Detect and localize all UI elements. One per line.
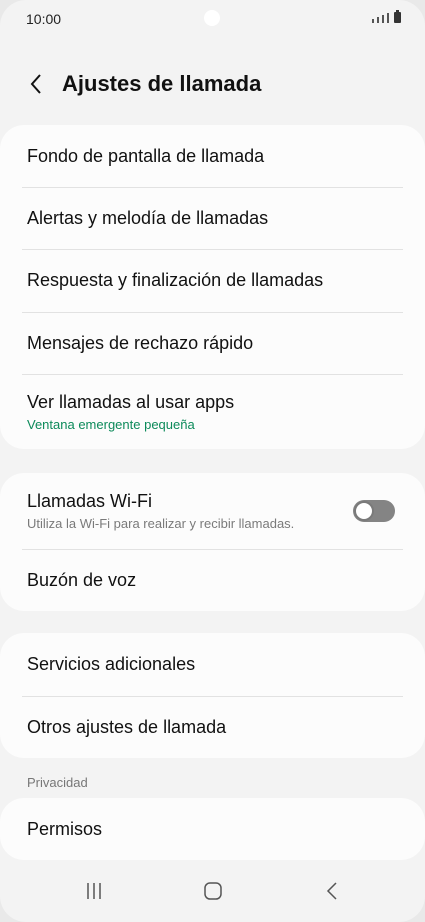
menu-item-wifi-calling[interactable]: Llamadas Wi-Fi Utiliza la Wi-Fi para rea… [0, 473, 425, 549]
menu-item-label: Mensajes de rechazo rápido [27, 332, 254, 353]
menu-item-label: Permisos [27, 818, 103, 839]
menu-item-label: Otros ajustes de llamada [27, 716, 227, 737]
recents-button[interactable] [74, 874, 114, 908]
menu-item-additional-services[interactable]: Servicios adicionales [0, 633, 425, 696]
recents-icon [87, 883, 101, 899]
menu-item-label: Llamadas Wi-Fi [27, 491, 153, 511]
home-button[interactable] [193, 874, 233, 908]
front-camera [204, 10, 220, 26]
section-label-privacy: Privacidad [27, 775, 88, 790]
menu-item-other-call-settings[interactable]: Otros ajustes de llamada [0, 696, 425, 758]
menu-item-answer-end-calls[interactable]: Respuesta y finalización de llamadas [0, 249, 425, 312]
status-time: 10:00 [26, 11, 62, 27]
settings-group-additional: Servicios adicionales Otros ajustes de l… [0, 633, 425, 758]
chevron-left-icon [30, 74, 41, 94]
wifi-calling-toggle[interactable] [353, 500, 395, 522]
status-bar: 10:00 [0, 0, 425, 40]
signal-bar [382, 15, 384, 23]
menu-item-label: Buzón de voz [27, 569, 137, 590]
nav-back-button[interactable] [312, 874, 352, 908]
menu-item-label: Fondo de pantalla de llamada [27, 145, 265, 166]
settings-group-privacy: Permisos [0, 798, 425, 860]
menu-item-label: Respuesta y finalización de llamadas [27, 270, 324, 290]
menu-item-quick-decline-messages[interactable]: Mensajes de rechazo rápido [0, 312, 425, 374]
page-title: Ajustes de llamada [62, 71, 262, 96]
nav-back-icon [326, 882, 337, 900]
menu-item-permissions[interactable]: Permisos [0, 798, 425, 860]
menu-item-label: Alertas y melodía de llamadas [27, 207, 269, 228]
toggle-knob [354, 501, 374, 521]
signal-icon [372, 19, 374, 23]
menu-item-subtitle: Ventana emergente pequeña [27, 416, 195, 432]
menu-item-label: Servicios adicionales [27, 654, 196, 674]
phone-screen: 10:00 Ajustes de llamada Fondo de pantal… [0, 0, 425, 922]
menu-item-voicemail[interactable]: Buzón de voz [0, 549, 425, 611]
settings-group-calls: Fondo de pantalla de llamada Alertas y m… [0, 125, 425, 449]
battery-icon [394, 10, 401, 23]
menu-item-label: Ver llamadas al usar apps [27, 391, 235, 412]
menu-item-subtitle: Utiliza la Wi-Fi para realizar y recibir… [27, 516, 295, 531]
home-icon [204, 882, 222, 900]
settings-group-wifi-voicemail: Llamadas Wi-Fi Utiliza la Wi-Fi para rea… [0, 473, 425, 611]
menu-item-call-background[interactable]: Fondo de pantalla de llamada [0, 125, 425, 187]
menu-item-call-alerts-ringtone[interactable]: Alertas y melodía de llamadas [0, 187, 425, 249]
signal-bar [377, 17, 379, 23]
menu-item-calls-while-using-apps[interactable]: Ver llamadas al usar apps Ventana emerge… [0, 374, 425, 449]
back-button[interactable] [22, 68, 50, 100]
navigation-bar [0, 860, 425, 922]
status-icons [372, 10, 401, 23]
header: Ajustes de llamada [0, 64, 425, 104]
signal-bar [387, 13, 389, 23]
